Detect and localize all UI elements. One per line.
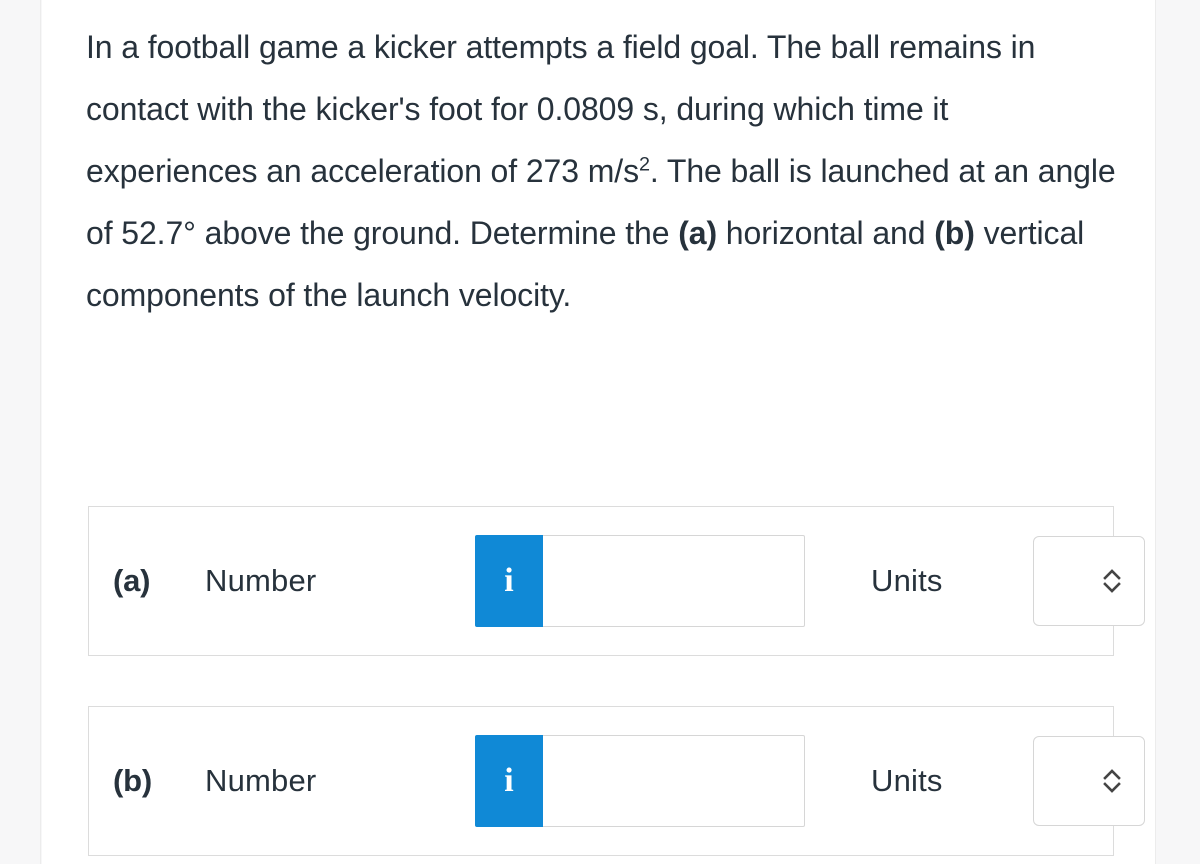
info-icon-glyph: i xyxy=(504,562,514,599)
number-input-b[interactable] xyxy=(543,735,805,827)
units-label-b: Units xyxy=(871,763,943,798)
answer-row-b: (b) Number i Units xyxy=(88,706,1145,856)
problem-statement: In a football game a kicker attempts a f… xyxy=(86,29,1125,313)
number-field-group-b: i xyxy=(475,735,805,827)
page-root: In a football game a kicker attempts a f… xyxy=(0,0,1200,864)
answer-row-a: (a) Number i Units xyxy=(88,506,1145,656)
left-gutter xyxy=(0,0,41,864)
right-gutter xyxy=(1155,0,1200,864)
number-label-b: Number xyxy=(205,763,317,798)
info-icon[interactable]: i xyxy=(475,535,543,627)
chevron-up-down-icon xyxy=(1103,569,1121,593)
number-field-group-a: i xyxy=(475,535,805,627)
content-area: In a football game a kicker attempts a f… xyxy=(42,0,1155,864)
units-select-a[interactable] xyxy=(1033,536,1145,626)
units-label-a: Units xyxy=(871,563,943,598)
units-select-b[interactable] xyxy=(1033,736,1145,826)
number-input-a[interactable] xyxy=(543,535,805,627)
part-label-b: (b) xyxy=(113,763,152,798)
info-icon[interactable]: i xyxy=(475,735,543,827)
number-label-a: Number xyxy=(205,563,317,598)
info-icon-glyph: i xyxy=(504,762,514,799)
chevron-up-down-icon xyxy=(1103,769,1121,793)
part-label-a: (a) xyxy=(113,563,151,598)
